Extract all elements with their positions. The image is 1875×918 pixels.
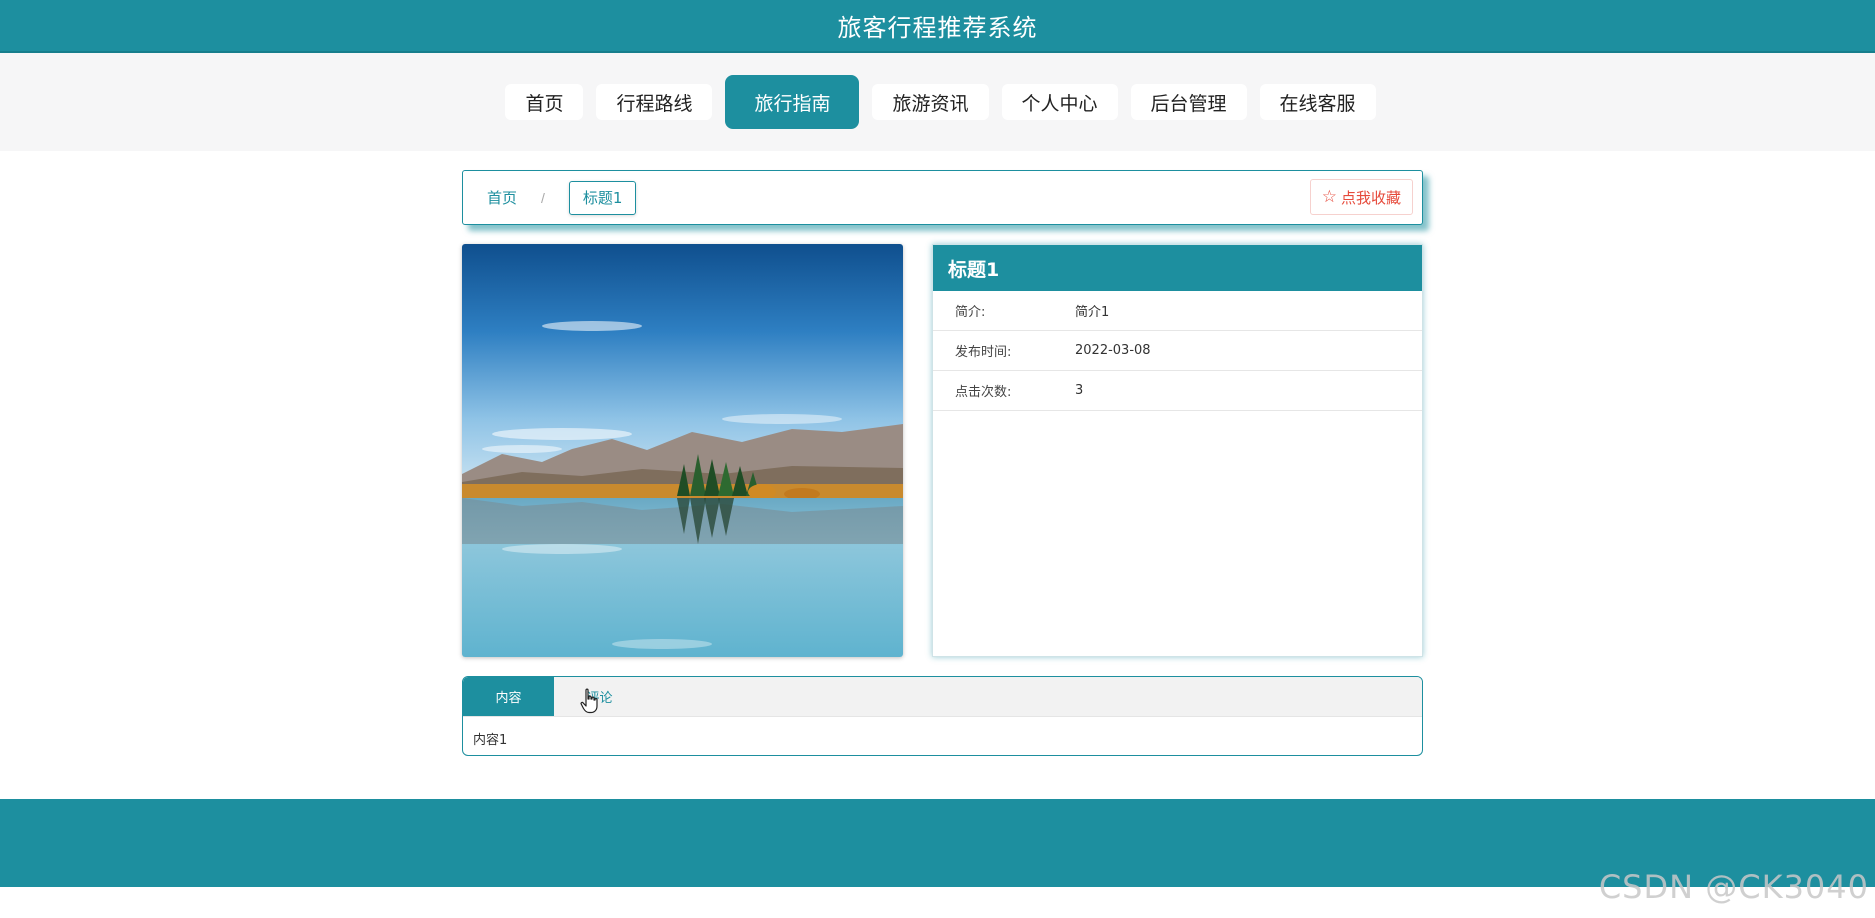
info-row-publish-time: 发布时间: 2022-03-08 <box>933 331 1422 371</box>
info-card-header: 标题1 <box>933 245 1422 291</box>
info-label: 点击次数: <box>955 385 1012 400</box>
favorite-button[interactable]: ☆ 点我收藏 <box>1309 179 1413 215</box>
main-nav: 首页 行程路线 旅行指南 旅游资讯 个人中心 后台管理 在线客服 <box>0 53 1875 151</box>
nav-item-travel-news[interactable]: 旅游资讯 <box>872 84 989 120</box>
guide-photo <box>462 244 903 657</box>
tab-content-body: 内容1 <box>473 733 508 748</box>
info-row-click-count: 点击次数: 3 <box>933 371 1422 411</box>
info-value: 简介1 <box>1075 305 1110 320</box>
breadcrumb-separator: / <box>541 189 545 206</box>
watermark: CSDN @CK3040 <box>1598 868 1869 906</box>
info-value: 2022-03-08 <box>1075 343 1151 358</box>
nav-item-admin[interactable]: 后台管理 <box>1130 84 1247 120</box>
nav-item-travel-guide[interactable]: 旅行指南 <box>725 75 860 129</box>
nav-item-routes[interactable]: 行程路线 <box>596 84 713 120</box>
guide-title: 标题1 <box>948 258 1000 281</box>
tab-content[interactable]: 内容 <box>463 677 554 716</box>
star-outline-icon: ☆ <box>1321 187 1337 207</box>
nav-item-online-service[interactable]: 在线客服 <box>1259 84 1376 120</box>
content-tabs: 内容 评论 内容1 <box>462 676 1423 756</box>
lake-landscape-image <box>462 244 903 657</box>
breadcrumb: 首页 / 标题1 ☆ 点我收藏 <box>462 170 1423 225</box>
favorite-button-label: 点我收藏 <box>1340 188 1401 207</box>
info-row-summary: 简介: 简介1 <box>933 291 1422 331</box>
nav-item-home[interactable]: 首页 <box>505 84 584 120</box>
info-label: 发布时间: <box>955 345 1012 360</box>
site-header: 旅客行程推荐系统 <box>0 0 1875 53</box>
guide-info-card: 标题1 简介: 简介1 发布时间: 2022-03-08 点击次数: 3 <box>932 244 1423 657</box>
breadcrumb-current: 标题1 <box>568 180 637 215</box>
info-label: 简介: <box>955 305 986 320</box>
hand-pointer-cursor-icon <box>580 688 598 714</box>
info-value: 3 <box>1075 383 1084 398</box>
tab-strip: 内容 评论 <box>463 677 1422 717</box>
breadcrumb-home-link[interactable]: 首页 <box>487 187 517 208</box>
site-title: 旅客行程推荐系统 <box>837 14 1038 42</box>
site-footer <box>0 799 1875 887</box>
nav-item-personal-center[interactable]: 个人中心 <box>1001 84 1118 120</box>
